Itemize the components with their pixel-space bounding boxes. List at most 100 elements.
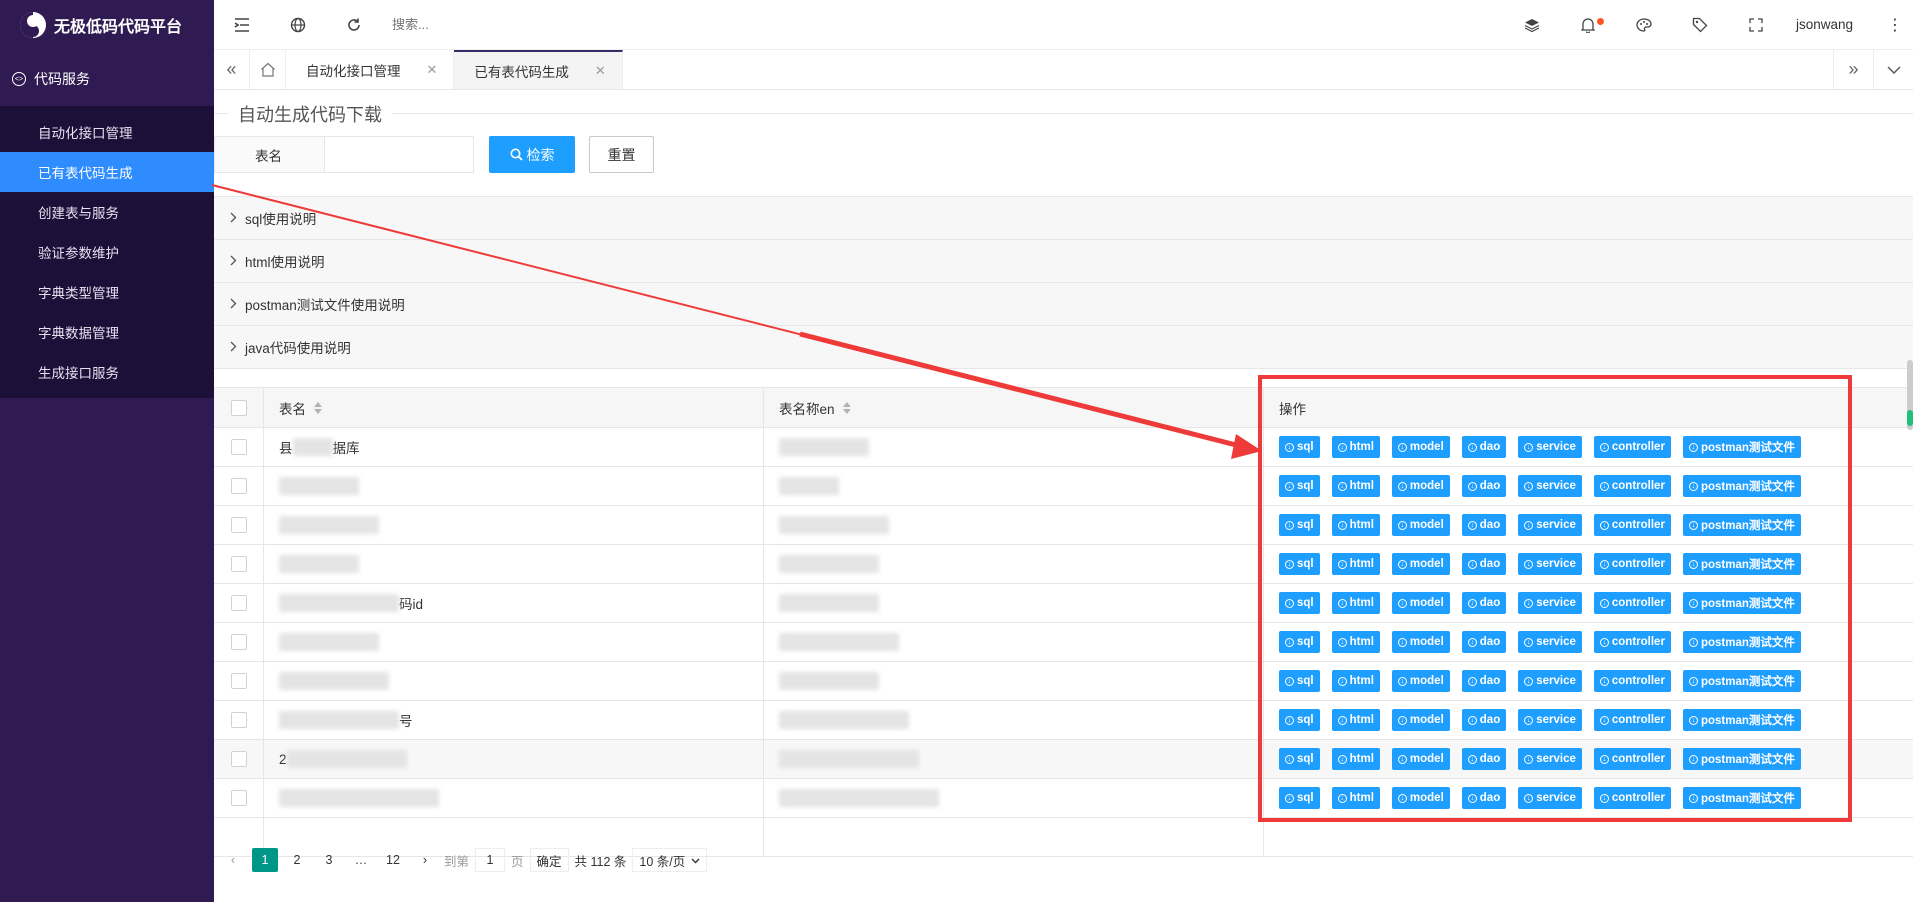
column-header-name-en[interactable]: 表名称en [764,388,1264,427]
layers-icon[interactable] [1504,0,1560,50]
download-service-button[interactable]: ↓ service [1518,436,1582,458]
download-model-button[interactable]: ↓ model [1391,787,1450,809]
more-vertical-icon[interactable]: ⋮ [1877,15,1913,35]
row-checkbox[interactable] [230,517,247,533]
tabs-scroll-right-icon[interactable]: » [1833,50,1873,89]
download-html-button[interactable]: ↓ html [1331,631,1380,653]
download-model-button[interactable]: ↓ model [1391,631,1450,653]
tab-close-icon[interactable]: ✕ [427,62,438,78]
theme-palette-icon[interactable] [1616,0,1672,50]
download-model-button[interactable]: ↓ model [1391,436,1450,458]
download-sql-button[interactable]: ↓ sql [1279,592,1320,614]
search-input[interactable] [392,17,692,32]
download-sql-button[interactable]: ↓ sql [1279,670,1320,692]
download-model-button[interactable]: ↓ model [1391,553,1450,575]
sidebar-item[interactable]: 生成接口服务 [0,352,214,392]
download-postman-button[interactable]: ↓ postman测试文件 [1682,631,1801,653]
download-dao-button[interactable]: ↓ dao [1461,670,1507,692]
column-header-name[interactable]: 表名 [264,388,764,427]
pager-confirm-button[interactable]: 确定 [529,848,569,872]
download-controller-button[interactable]: ↓ controller [1593,514,1671,536]
download-service-button[interactable]: ↓ service [1518,631,1582,653]
tab-close-icon[interactable]: ✕ [595,63,606,79]
download-html-button[interactable]: ↓ html [1331,787,1380,809]
download-model-button[interactable]: ↓ model [1391,475,1450,497]
download-html-button[interactable]: ↓ html [1331,592,1380,614]
download-sql-button[interactable]: ↓ sql [1279,709,1320,731]
download-html-button[interactable]: ↓ html [1331,436,1380,458]
row-checkbox[interactable] [230,439,247,455]
download-postman-button[interactable]: ↓ postman测试文件 [1682,514,1801,536]
row-checkbox[interactable] [230,673,247,689]
sidebar-item[interactable]: 字典类型管理 [0,272,214,312]
download-html-button[interactable]: ↓ html [1331,748,1380,770]
fullscreen-icon[interactable] [1728,0,1784,50]
download-service-button[interactable]: ↓ service [1518,787,1582,809]
username[interactable]: jsonwang [1784,17,1877,32]
download-dao-button[interactable]: ↓ dao [1461,631,1507,653]
download-service-button[interactable]: ↓ service [1518,514,1582,536]
download-dao-button[interactable]: ↓ dao [1461,709,1507,731]
download-postman-button[interactable]: ↓ postman测试文件 [1682,748,1801,770]
download-controller-button[interactable]: ↓ controller [1593,787,1671,809]
row-checkbox[interactable] [230,556,247,572]
download-dao-button[interactable]: ↓ dao [1461,475,1507,497]
download-controller-button[interactable]: ↓ controller [1593,592,1671,614]
download-sql-button[interactable]: ↓ sql [1279,553,1320,575]
download-sql-button[interactable]: ↓ sql [1279,631,1320,653]
download-sql-button[interactable]: ↓ sql [1279,514,1320,536]
download-dao-button[interactable]: ↓ dao [1461,787,1507,809]
notification-button[interactable] [1560,0,1616,50]
tabs-scroll-left-icon[interactable]: « [214,50,250,89]
pager-page[interactable]: 3 [316,848,342,872]
collapse-item[interactable]: sql使用说明 [214,197,1913,240]
download-postman-button[interactable]: ↓ postman测试文件 [1682,670,1801,692]
select-all-checkbox[interactable] [230,399,247,416]
logo[interactable]: 无极低码代码平台 [0,0,214,50]
download-postman-button[interactable]: ↓ postman测试文件 [1682,787,1801,809]
download-model-button[interactable]: ↓ model [1391,670,1450,692]
tab-auto-interface[interactable]: 自动化接口管理 ✕ [286,50,455,89]
download-model-button[interactable]: ↓ model [1391,592,1450,614]
collapse-item[interactable]: postman测试文件使用说明 [214,283,1913,326]
download-controller-button[interactable]: ↓ controller [1593,631,1671,653]
sort-icon[interactable] [314,401,322,414]
collapse-item[interactable]: java代码使用说明 [214,326,1913,369]
row-checkbox[interactable] [230,712,247,728]
home-tab-icon[interactable] [250,50,286,89]
tag-icon[interactable] [1672,0,1728,50]
download-controller-button[interactable]: ↓ controller [1593,709,1671,731]
sort-icon[interactable] [842,401,851,414]
download-service-button[interactable]: ↓ service [1518,592,1582,614]
download-postman-button[interactable]: ↓ postman测试文件 [1682,592,1801,614]
pager-page[interactable]: 1 [252,848,278,872]
search-button[interactable]: 检索 [489,136,575,173]
download-service-button[interactable]: ↓ service [1518,709,1582,731]
row-checkbox[interactable] [230,751,247,767]
download-controller-button[interactable]: ↓ controller [1593,475,1671,497]
download-html-button[interactable]: ↓ html [1331,514,1380,536]
download-controller-button[interactable]: ↓ controller [1593,553,1671,575]
download-html-button[interactable]: ↓ html [1331,670,1380,692]
pager-prev-chevron-left-icon[interactable]: ‹ [220,848,246,872]
download-controller-button[interactable]: ↓ controller [1593,748,1671,770]
download-postman-button[interactable]: ↓ postman测试文件 [1682,709,1801,731]
download-dao-button[interactable]: ↓ dao [1461,514,1507,536]
collapse-item[interactable]: html使用说明 [214,240,1913,283]
sidebar-item[interactable]: 验证参数维护 [0,232,214,272]
sidebar-item[interactable]: 自动化接口管理 [0,112,214,152]
download-dao-button[interactable]: ↓ dao [1461,592,1507,614]
menu-toggle-icon[interactable] [214,0,270,50]
download-service-button[interactable]: ↓ service [1518,553,1582,575]
globe-icon[interactable] [270,0,326,50]
download-sql-button[interactable]: ↓ sql [1279,436,1320,458]
download-controller-button[interactable]: ↓ controller [1593,670,1671,692]
sidebar-item[interactable]: 已有表代码生成 [0,152,214,192]
download-html-button[interactable]: ↓ html [1331,709,1380,731]
sidebar-item[interactable]: 创建表与服务 [0,192,214,232]
download-postman-button[interactable]: ↓ postman测试文件 [1682,475,1801,497]
download-sql-button[interactable]: ↓ sql [1279,475,1320,497]
download-dao-button[interactable]: ↓ dao [1461,553,1507,575]
download-service-button[interactable]: ↓ service [1518,670,1582,692]
row-checkbox[interactable] [230,634,247,650]
